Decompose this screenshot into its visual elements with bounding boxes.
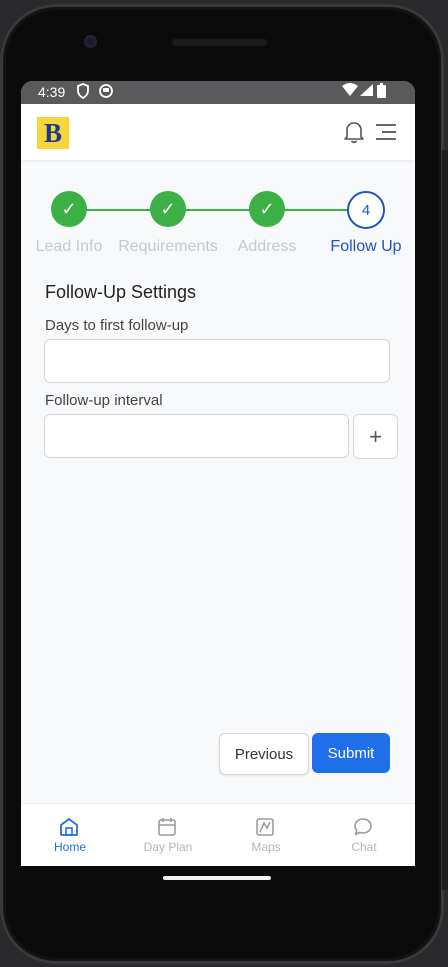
camera-icon — [84, 35, 97, 48]
step-label-address: Address — [237, 238, 297, 255]
days-to-first-followup-input[interactable] — [44, 339, 390, 383]
section-title: Follow-Up Settings — [45, 282, 197, 302]
step-1-check-icon[interactable]: ✓ — [51, 191, 87, 227]
background-window-strip — [442, 150, 448, 890]
nav-item-chat[interactable]: Chat — [315, 804, 413, 866]
nav-label-maps: Maps — [251, 840, 281, 854]
map-icon — [255, 817, 275, 842]
calendar-icon — [157, 817, 177, 842]
app-screen: 4:39 B ✓ ✓ ✓ 4 Lead Info Requirements Ad… — [21, 81, 415, 866]
status-bar: 4:39 — [21, 81, 415, 104]
battery-icon — [377, 83, 386, 101]
speaker-grille — [171, 37, 268, 46]
chat-icon — [353, 817, 373, 842]
step-2-check-icon[interactable]: ✓ — [150, 191, 186, 227]
bell-icon[interactable] — [343, 120, 365, 149]
menu-icon[interactable] — [375, 123, 397, 146]
nav-label-chat: Chat — [351, 840, 377, 854]
nav-item-day-plan[interactable]: Day Plan — [119, 804, 217, 866]
signal-icon — [359, 83, 373, 100]
bottom-nav: Home Day Plan Maps Chat — [21, 803, 415, 866]
wifi-icon — [342, 83, 358, 100]
interval-field-label: Follow-up interval — [45, 392, 163, 409]
shield-icon — [76, 83, 90, 102]
home-indicator[interactable] — [163, 876, 271, 880]
step-3-check-icon[interactable]: ✓ — [249, 191, 285, 227]
step-label-follow-up: Follow Up — [330, 238, 402, 255]
step-label-lead-info: Lead Info — [35, 238, 103, 255]
nav-label-day-plan: Day Plan — [143, 840, 193, 854]
add-interval-button[interactable]: + — [353, 414, 398, 459]
app-header: B — [21, 104, 415, 160]
submit-button[interactable]: Submit — [312, 733, 390, 773]
step-4-indicator[interactable]: 4 — [347, 191, 385, 229]
days-field-label: Days to first follow-up — [45, 317, 189, 334]
sync-icon — [98, 83, 114, 102]
nav-item-maps[interactable]: Maps — [217, 804, 315, 866]
status-time: 4:39 — [38, 84, 66, 100]
home-icon — [59, 817, 79, 842]
nav-label-home: Home — [53, 840, 86, 854]
nav-item-home[interactable]: Home — [21, 804, 119, 866]
followup-interval-input[interactable] — [44, 414, 349, 458]
step-label-requirements: Requirements — [118, 238, 218, 255]
app-logo[interactable]: B — [37, 117, 69, 149]
previous-button[interactable]: Previous — [219, 733, 309, 775]
